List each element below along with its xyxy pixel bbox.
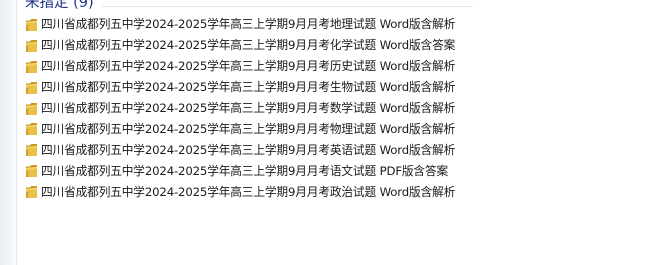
folder-icon xyxy=(26,81,37,94)
folder-icon xyxy=(26,123,37,136)
folder-icon xyxy=(26,60,37,73)
group-header[interactable]: 未指定 (9) xyxy=(25,0,473,14)
folder-icon xyxy=(26,165,37,178)
file-name: 四川省成都列五中学2024-2025学年高三上学期9月月考英语试题 Word版含… xyxy=(41,142,456,157)
folder-icon xyxy=(26,102,37,115)
file-name: 四川省成都列五中学2024-2025学年高三上学期9月月考生物试题 Word版含… xyxy=(41,80,456,95)
file-item[interactable]: 四川省成都列五中学2024-2025学年高三上学期9月月考地理试题 Word版含… xyxy=(25,14,455,35)
file-name: 四川省成都列五中学2024-2025学年高三上学期9月月考物理试题 Word版含… xyxy=(41,121,456,136)
file-item[interactable]: 四川省成都列五中学2024-2025学年高三上学期9月月考物理试题 Word版含… xyxy=(25,118,455,139)
file-name: 四川省成都列五中学2024-2025学年高三上学期9月月考化学试题 Word版含… xyxy=(41,38,456,53)
file-item[interactable]: 四川省成都列五中学2024-2025学年高三上学期9月月考历史试题 Word版含… xyxy=(25,56,455,77)
file-item[interactable]: 四川省成都列五中学2024-2025学年高三上学期9月月考化学试题 Word版含… xyxy=(25,35,455,56)
file-list: 四川省成都列五中学2024-2025学年高三上学期9月月考地理试题 Word版含… xyxy=(25,14,455,202)
file-name: 四川省成都列五中学2024-2025学年高三上学期9月月考地理试题 Word版含… xyxy=(41,17,456,32)
file-item[interactable]: 四川省成都列五中学2024-2025学年高三上学期9月月考生物试题 Word版含… xyxy=(25,77,455,98)
file-name: 四川省成都列五中学2024-2025学年高三上学期9月月考数学试题 Word版含… xyxy=(41,101,456,115)
file-item[interactable]: 四川省成都列五中学2024-2025学年高三上学期9月月考政治试题 Word版含… xyxy=(25,181,455,202)
folder-icon xyxy=(26,186,37,199)
file-name: 四川省成都列五中学2024-2025学年高三上学期9月月考语文试题 PDF版含答… xyxy=(41,163,449,178)
file-item[interactable]: 四川省成都列五中学2024-2025学年高三上学期9月月考英语试题 Word版含… xyxy=(25,139,455,160)
file-item[interactable]: 四川省成都列五中学2024-2025学年高三上学期9月月考语文试题 PDF版含答… xyxy=(25,160,455,181)
file-name: 四川省成都列五中学2024-2025学年高三上学期9月月考历史试题 Word版含… xyxy=(41,59,456,74)
folder-icon xyxy=(26,144,37,157)
navigation-pane-edge xyxy=(0,0,17,265)
file-item[interactable]: 四川省成都列五中学2024-2025学年高三上学期9月月考数学试题 Word版含… xyxy=(25,98,455,119)
group-divider xyxy=(101,5,473,7)
folder-icon xyxy=(26,39,37,52)
group-title: 未指定 (9) xyxy=(25,0,94,11)
folder-icon xyxy=(26,18,37,31)
file-name: 四川省成都列五中学2024-2025学年高三上学期9月月考政治试题 Word版含… xyxy=(41,184,456,199)
